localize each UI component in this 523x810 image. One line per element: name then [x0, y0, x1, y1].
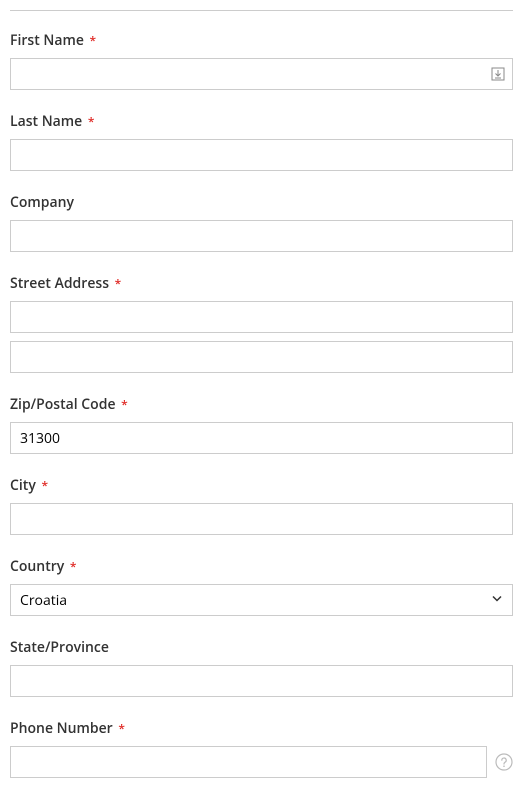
top-divider	[10, 10, 513, 11]
phone-row	[10, 746, 513, 778]
street-address-input-2[interactable]	[10, 341, 513, 373]
company-label: Company	[10, 193, 513, 212]
zip-field: Zip/Postal Code *	[10, 395, 513, 454]
country-label: Country *	[10, 557, 513, 576]
required-mark: *	[118, 720, 125, 737]
state-label: State/Province	[10, 638, 513, 657]
last-name-label: Last Name *	[10, 112, 513, 131]
street-address-field: Street Address *	[10, 274, 513, 373]
help-icon[interactable]	[495, 753, 513, 771]
required-mark: *	[41, 477, 48, 494]
state-field: State/Province	[10, 638, 513, 697]
last-name-input[interactable]	[10, 139, 513, 171]
country-select-wrapper: Croatia	[10, 584, 513, 616]
country-label-text: Country	[10, 557, 64, 576]
state-label-text: State/Province	[10, 638, 109, 657]
first-name-field: First Name *	[10, 31, 513, 90]
city-field: City *	[10, 476, 513, 535]
street-address-input-1[interactable]	[10, 301, 513, 333]
country-select[interactable]: Croatia	[10, 584, 513, 616]
company-field: Company	[10, 193, 513, 252]
first-name-input[interactable]	[10, 58, 513, 90]
street-address-label-text: Street Address	[10, 274, 109, 293]
required-mark: *	[88, 113, 95, 130]
first-name-input-wrapper	[10, 58, 513, 90]
state-input[interactable]	[10, 665, 513, 697]
city-input[interactable]	[10, 503, 513, 535]
company-label-text: Company	[10, 193, 74, 212]
phone-field: Phone Number *	[10, 719, 513, 778]
required-mark: *	[90, 32, 97, 49]
phone-input[interactable]	[10, 746, 487, 778]
first-name-label: First Name *	[10, 31, 513, 50]
street-address-label: Street Address *	[10, 274, 513, 293]
city-label-text: City	[10, 476, 36, 495]
company-input[interactable]	[10, 220, 513, 252]
country-field: Country * Croatia	[10, 557, 513, 616]
required-mark: *	[70, 558, 77, 575]
required-mark: *	[115, 275, 122, 292]
zip-label: Zip/Postal Code *	[10, 395, 513, 414]
required-mark: *	[121, 396, 128, 413]
phone-label: Phone Number *	[10, 719, 513, 738]
phone-label-text: Phone Number	[10, 719, 113, 738]
zip-label-text: Zip/Postal Code	[10, 395, 116, 414]
zip-input[interactable]	[10, 422, 513, 454]
last-name-field: Last Name *	[10, 112, 513, 171]
first-name-label-text: First Name	[10, 31, 84, 50]
last-name-label-text: Last Name	[10, 112, 82, 131]
city-label: City *	[10, 476, 513, 495]
